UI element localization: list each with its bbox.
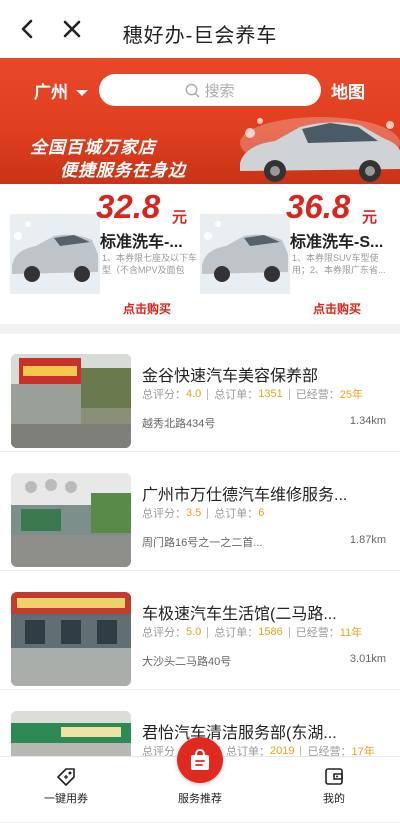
- orders-value: 2019: [270, 745, 295, 756]
- shop-address: 越秀北路434号: [142, 418, 216, 430]
- coupon-unit: 元: [172, 209, 188, 226]
- coupon-unit: 元: [362, 209, 378, 226]
- shop-stats: 总评分： 5.0 总订单： 1586 已经营： 11年: [142, 624, 362, 640]
- years-value: 17年: [351, 746, 375, 756]
- divider: [207, 507, 209, 519]
- banner-slogan-line2: 便捷服务在身边: [60, 161, 186, 180]
- shop-list: 金谷快速汽车美容保养部 总评分： 4.0 总订单： 1351 已经营： 25年 越秀北…: [0, 334, 400, 756]
- shop-address: 大沙头二马路40号: [142, 656, 232, 668]
- map-button[interactable]: 地图: [331, 78, 365, 103]
- shop-name: 车极速汽车生活馆(二马路...: [142, 606, 337, 623]
- orders-label: 总订单：: [226, 746, 270, 756]
- tab-label: 服务推荐: [178, 793, 222, 805]
- score-value: 4.0: [186, 388, 202, 400]
- shop-photo: [11, 592, 131, 686]
- search-icon: [186, 83, 200, 97]
- shop-photo: [11, 354, 131, 448]
- score-value: 5.0: [186, 626, 202, 638]
- banner-slogan-line1: 全国百城万家店: [30, 138, 156, 157]
- score-value: 3.5: [186, 507, 202, 519]
- years-label: 已经营：: [295, 389, 340, 401]
- divider: [288, 626, 290, 638]
- coupon-car-image: [10, 214, 100, 294]
- wallet-icon: [325, 768, 343, 785]
- bottom-tab-bar: 一键用券 服务推荐 我的: [0, 737, 400, 823]
- city-selector[interactable]: 广州: [34, 78, 88, 103]
- years-value: 11年: [339, 627, 363, 639]
- shop-item[interactable]: 广州市万仕德汽车维修服务... 总评分： 3.5 总订单： 6 周门路16号之一之二…: [0, 453, 400, 571]
- orders-value: 1586: [258, 626, 283, 638]
- caret-down-icon: [76, 89, 88, 96]
- search-placeholder: 搜索: [204, 82, 235, 100]
- banner-car-image: [240, 117, 400, 182]
- coupon-desc: 1、本券限七座及以下车型（不含MPV及面包车...: [102, 253, 198, 275]
- coupon-card[interactable]: 32.8 元 标准洗车-... 1、本券限七座及以下车型（不含MPV及面包车..…: [10, 186, 200, 318]
- shop-name: 君怡汽车清洁服务部(东湖...: [142, 725, 337, 742]
- city-label: 广州: [34, 83, 68, 102]
- coupon-car-image: [200, 214, 290, 294]
- shop-item[interactable]: 金谷快速汽车美容保养部 总评分： 4.0 总订单： 1351 已经营： 25年 越秀北…: [0, 334, 400, 452]
- shop-distance: 1.34km: [349, 415, 386, 427]
- buy-button[interactable]: 点击购买: [313, 300, 361, 317]
- tab-coupon[interactable]: 一键用券: [16, 757, 116, 823]
- years-label: 已经营：: [295, 627, 340, 639]
- divider: [288, 388, 290, 400]
- shop-name: 广州市万仕德汽车维修服务...: [142, 487, 348, 504]
- divider: [207, 626, 209, 638]
- score-label: 总评分：: [142, 508, 186, 520]
- tab-label: 一键用券: [44, 793, 88, 805]
- buy-button[interactable]: 点击购买: [123, 300, 171, 317]
- shop-distance: 1.87km: [349, 534, 386, 546]
- score-label: 总评分: [142, 746, 175, 756]
- score-label: 总评分：: [142, 627, 186, 639]
- section-divider: [0, 324, 400, 334]
- coupon-tag-icon: [57, 768, 75, 786]
- orders-label: 总订单：: [214, 627, 259, 639]
- orders-label: 总订单：: [214, 389, 259, 401]
- coupon-row: 32.8 元 标准洗车-... 1、本券限七座及以下车型（不含MPV及面包车..…: [0, 184, 400, 324]
- coupon-desc: 1、本券限SUV车型使用；2、本券限广东省...: [292, 253, 386, 275]
- coupon-name: 标准洗车-...: [100, 234, 183, 251]
- coupon-card[interactable]: 36.8 元 标准洗车-S... 1、本券限SUV车型使用；2、本券限广东省..…: [200, 186, 390, 318]
- shop-photo: [11, 711, 131, 756]
- shop-address: 周门路16号之一之二首...: [142, 537, 263, 549]
- shopping-bag-icon: [191, 749, 209, 770]
- orders-label: 总订单：: [214, 508, 259, 520]
- tab-mine[interactable]: 我的: [284, 757, 384, 823]
- search-input[interactable]: 搜索: [99, 74, 321, 106]
- orders-value: 6: [258, 507, 265, 519]
- shop-name: 金谷快速汽车美容保养部: [142, 368, 319, 385]
- divider: [207, 388, 209, 400]
- score-label: 总评分：: [142, 389, 186, 401]
- divider: [300, 745, 302, 756]
- shop-stats: 总评分： 3.5 总订单： 6: [142, 505, 264, 521]
- coupon-price: 36.8: [286, 188, 351, 225]
- coupon-price: 32.8: [96, 188, 161, 225]
- years-label: 已经营：: [307, 746, 352, 756]
- shop-stats: 总评分： 4.0 总订单： 1351 已经营： 25年: [142, 386, 363, 402]
- shop-photo: [11, 473, 131, 567]
- service-fab-button[interactable]: [177, 737, 223, 783]
- shop-distance: 3.01km: [349, 653, 386, 665]
- shop-item[interactable]: 车极速汽车生活馆(二马路... 总评分： 5.0 总订单： 1586 已经营： 11年…: [0, 572, 400, 690]
- years-value: 25年: [339, 389, 364, 401]
- top-nav-bar: 穗好办-巨会养车: [0, 0, 400, 58]
- promo-banner: 广州 搜索 地图 全国百城万家店 便捷服务在身边: [0, 58, 400, 184]
- page-title: 穗好办-巨会养车: [122, 25, 278, 47]
- coupon-name: 标准洗车-S...: [290, 234, 384, 251]
- tab-label: 我的: [323, 793, 345, 805]
- orders-value: 1351: [258, 388, 283, 400]
